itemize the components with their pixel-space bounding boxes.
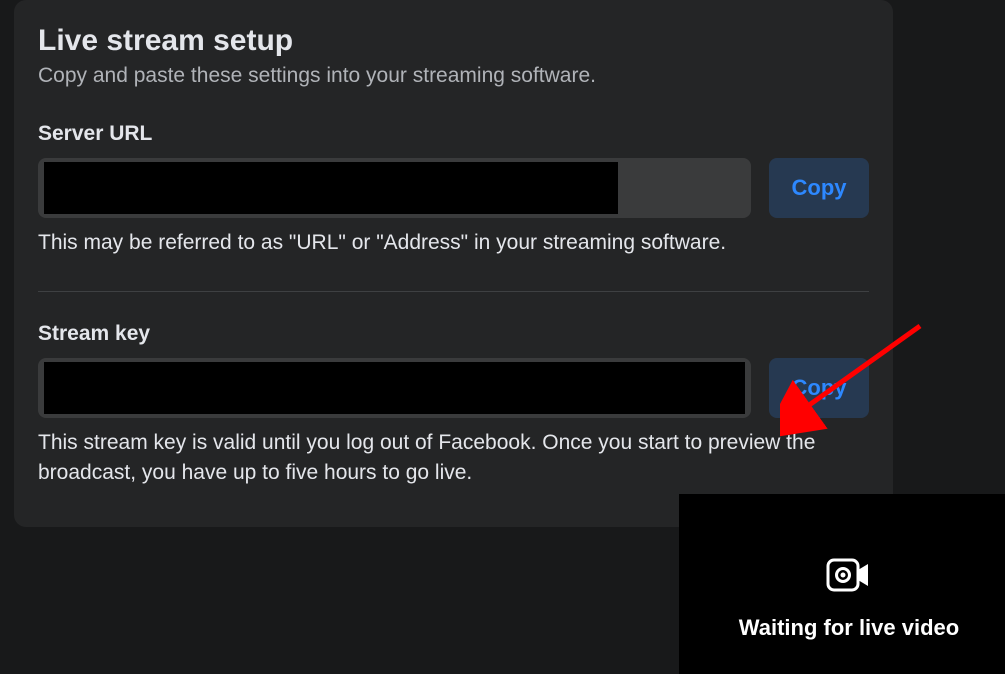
server-url-row: Copy [38, 158, 869, 218]
video-preview-panel: Waiting for live video [679, 494, 1005, 674]
stream-key-redaction [44, 362, 745, 414]
server-url-label: Server URL [38, 122, 869, 146]
divider [38, 291, 869, 292]
server-url-input[interactable] [38, 158, 751, 218]
stream-key-label: Stream key [38, 322, 869, 346]
server-url-section: Server URL Copy This may be referred to … [38, 122, 869, 257]
stream-key-row: Copy [38, 358, 869, 418]
copy-server-url-button[interactable]: Copy [769, 158, 869, 218]
server-url-help: This may be referred to as "URL" or "Add… [38, 228, 869, 257]
card-subtitle: Copy and paste these settings into your … [38, 64, 869, 88]
waiting-for-video-text: Waiting for live video [679, 615, 1005, 641]
copy-stream-key-button[interactable]: Copy [769, 358, 869, 418]
live-stream-setup-card: Live stream setup Copy and paste these s… [14, 0, 893, 527]
camera-eye-icon [826, 558, 872, 597]
card-title: Live stream setup [38, 24, 869, 58]
stream-key-input[interactable] [38, 358, 751, 418]
stream-key-help: This stream key is valid until you log o… [38, 428, 869, 487]
server-url-redaction [44, 162, 618, 214]
stream-key-section: Stream key Copy This stream key is valid… [38, 322, 869, 487]
